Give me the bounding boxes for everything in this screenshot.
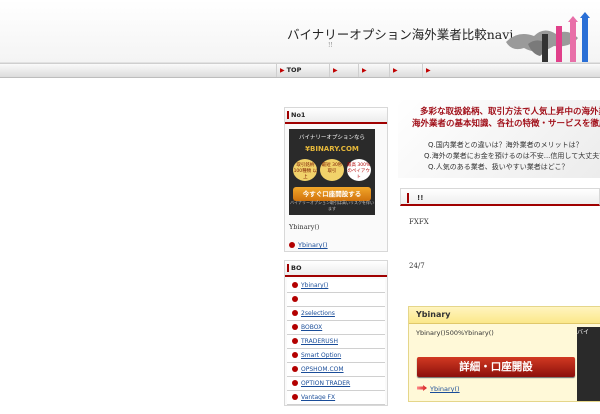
broker-list-heading: BO	[285, 261, 387, 277]
banner-risk-note: バイナリーオプション取引は高いリスクを伴います	[290, 200, 374, 211]
section-heading: !!	[400, 188, 600, 206]
bullet-arrow-icon	[292, 324, 298, 330]
red-arrow-icon	[417, 385, 427, 391]
site-subtitle: !!	[328, 42, 333, 49]
bullet-arrow-icon	[292, 380, 298, 386]
bullet-arrow-icon	[292, 366, 298, 372]
list-item[interactable]: 2selections	[287, 307, 385, 321]
broker-list: Ybinary() 2selections BOBOX TRADERUSH Sm…	[285, 277, 387, 405]
hero-banner: 多彩な取扱銘柄、取引方法で人気上昇中の海外業 海外業者の基本知識、各社の特徴・サ…	[398, 100, 600, 178]
bullet-arrow-icon	[292, 338, 298, 344]
ybinary-banner[interactable]: バイナリーオプションなら ¥BINARY.COM 取引銘柄 100種類 以上 最…	[289, 129, 375, 215]
sidebar: No1 バイナリーオプションなら ¥BINARY.COM 取引銘柄 100種類 …	[284, 107, 388, 414]
broker-side-banner[interactable]: バイ	[577, 327, 600, 401]
nav-arrow-icon: ▶	[393, 67, 398, 74]
ranking-link-label: Ybinary()	[298, 241, 328, 249]
broker-card-text: Ybinary()500%Ybinary()	[416, 329, 494, 337]
bullet-arrow-icon	[292, 352, 298, 358]
banner-badge: 最高 300% のペイアウト	[346, 159, 371, 181]
hero-headline-2: 海外業者の基本知識、各社の特徴・サービスを徹底比	[412, 119, 600, 129]
list-item[interactable]: BOBOX	[287, 321, 385, 335]
hero-question-1: Q.国内業者との違いは？海外業者のメリットは？	[428, 141, 583, 149]
nav-item-2[interactable]: ▶	[329, 64, 361, 77]
list-item[interactable]: Smart Option	[287, 349, 385, 363]
site-title[interactable]: バイナリーオプション海外業者比較navi	[287, 24, 513, 43]
detail-open-account-button[interactable]: 詳細・口座開設	[417, 357, 575, 377]
list-item-label: TRADERUSH	[301, 338, 338, 345]
site-header: バイナリーオプション海外業者比較navi !!	[0, 0, 600, 63]
nav-arrow-icon: ▶	[362, 67, 367, 74]
ranking-box-text: Ybinary()	[289, 223, 320, 231]
list-item-label: Ybinary()	[301, 282, 329, 289]
side-banner-text: バイ	[577, 329, 590, 336]
trading-hours-paragraph: 24/7	[409, 262, 425, 270]
bullet-arrow-icon	[292, 310, 298, 316]
hero-headline-1: 多彩な取扱銘柄、取引方法で人気上昇中の海外業	[420, 107, 600, 117]
intro-paragraph: FXFX	[409, 218, 429, 226]
main-content: 多彩な取扱銘柄、取引方法で人気上昇中の海外業 海外業者の基本知識、各社の特徴・サ…	[398, 100, 600, 402]
nav-item-3[interactable]: ▶	[358, 64, 392, 77]
list-item[interactable]: Ybinary()	[287, 279, 385, 293]
banner-top-text: バイナリーオプションなら	[299, 135, 365, 141]
list-item-label: OPTION TRADER	[301, 380, 351, 387]
broker-card-heading: Ybinary	[409, 307, 600, 324]
bullet-arrow-icon	[292, 296, 298, 302]
list-item-label: BOBOX	[301, 324, 323, 331]
banner-open-account-button[interactable]: 今すぐ口座開設する	[293, 187, 371, 201]
nav-arrow-icon: ▶	[426, 67, 431, 74]
list-item-label: 2selections	[301, 310, 335, 317]
ranking-box-link[interactable]: Ybinary()	[285, 235, 387, 251]
banner-brand: ¥BINARY.COM	[305, 145, 359, 153]
list-item[interactable]: Vantage FX	[287, 391, 385, 405]
ranking-box-heading: No1	[285, 108, 387, 124]
broker-card: Ybinary Ybinary()500%Ybinary() 詳細・口座開設 バ…	[408, 306, 600, 402]
list-item[interactable]: TRADERUSH	[287, 335, 385, 349]
nav-arrow-icon: ▶	[333, 67, 338, 74]
banner-badges: 取引銘柄 100種類 以上 最短 30秒 取引 最高 300% のペイアウト	[289, 159, 375, 181]
list-item-label: Smart Option	[301, 352, 342, 359]
bullet-arrow-icon	[292, 282, 298, 288]
broker-card-link[interactable]: Ybinary()	[417, 385, 460, 393]
main-nav: ▶ TOP ▶ ▶ ▶ ▶	[0, 63, 600, 78]
nav-label: TOP	[286, 66, 302, 74]
broker-list-box: BO Ybinary() 2selections BOBOX TRADERUSH…	[284, 260, 388, 406]
list-item[interactable]	[287, 293, 385, 307]
bullet-arrow-icon	[289, 242, 295, 248]
list-item[interactable]: OPTION TRADER	[287, 377, 385, 391]
banner-badge: 取引銘柄 100種類 以上	[293, 159, 318, 181]
list-item[interactable]: OPSHOM.COM	[287, 363, 385, 377]
world-map-chart-logo	[506, 12, 590, 62]
bullet-arrow-icon	[292, 394, 298, 400]
nav-item-4[interactable]: ▶	[389, 64, 425, 77]
hero-question-3: Q.人気のある業者、扱いやすい業者はどこ？	[428, 163, 569, 171]
nav-item-5[interactable]: ▶	[422, 64, 456, 77]
list-item-label: OPSHOM.COM	[301, 366, 344, 373]
nav-item-top[interactable]: ▶ TOP	[276, 64, 332, 77]
nav-arrow-icon: ▶	[280, 67, 285, 74]
banner-badge: 最短 30秒 取引	[319, 159, 344, 181]
ranking-box: No1 バイナリーオプションなら ¥BINARY.COM 取引銘柄 100種類 …	[284, 107, 388, 252]
card-link-label: Ybinary()	[430, 385, 460, 393]
hero-question-2: Q.海外の業者にお金を預けるのは不安...信用して大丈夫？	[424, 152, 600, 160]
